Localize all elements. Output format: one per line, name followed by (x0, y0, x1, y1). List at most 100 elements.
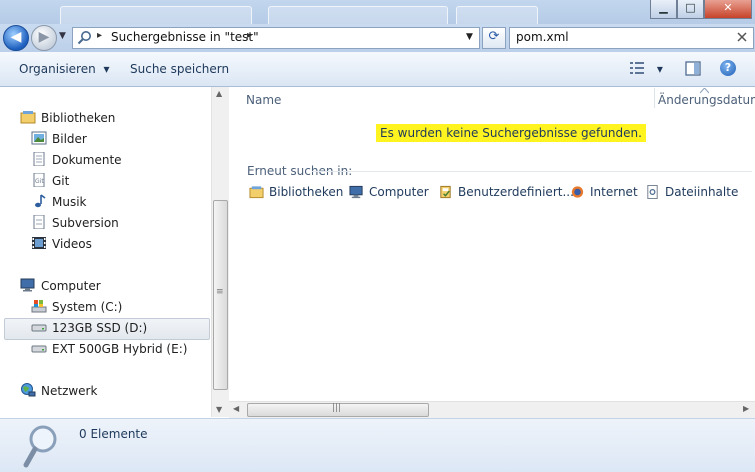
search-again-custom[interactable]: Benutzerdefiniert... (438, 185, 574, 199)
nav-item-dokumente[interactable]: Dokumente (31, 150, 122, 170)
item-count: 0 Elemente (79, 427, 148, 441)
background-window-tab (60, 6, 252, 25)
close-button[interactable]: ✕ (704, 0, 752, 19)
minimize-button[interactable]: ▁ (650, 0, 677, 19)
scroll-grip-icon: ||| (332, 403, 342, 413)
no-results-message: Es wurden keine Suchergebnisse gefunden. (376, 124, 646, 142)
nav-item-drive-e[interactable]: EXT 500GB Hybrid (E:) (31, 339, 187, 359)
search-again-internet[interactable]: Internet (570, 185, 638, 199)
scroll-up-arrow-icon[interactable]: ▲ (216, 89, 222, 98)
nav-label: Bilder (52, 132, 87, 146)
maximize-button[interactable]: □ (677, 0, 704, 19)
nav-label: 123GB SSD (D:) (52, 321, 148, 335)
refresh-button[interactable]: ⟳ (482, 27, 506, 49)
chip-label: Computer (369, 185, 429, 199)
breadcrumb-separator[interactable]: ▸ (97, 30, 102, 41)
chevron-down-icon: ▾ (656, 62, 663, 76)
search-again-computer[interactable]: Computer (349, 185, 429, 199)
documents-icon (33, 152, 45, 166)
save-search-label: Suche speichern (130, 62, 230, 76)
libraries-icon (20, 111, 36, 124)
preview-pane-icon (685, 61, 701, 76)
forward-button[interactable]: ▶ (31, 25, 57, 51)
nav-item-drive-c[interactable]: System (C:) (31, 297, 122, 317)
nav-item-network[interactable]: Netzwerk (20, 381, 97, 401)
git-library-icon: Git (33, 173, 45, 187)
drive-icon (31, 345, 47, 353)
column-header-name[interactable]: Name (246, 93, 281, 107)
nav-label: Musik (52, 195, 87, 209)
chip-label: Internet (590, 185, 638, 199)
svg-text:Git: Git (35, 178, 44, 185)
nav-label: Subversion (52, 216, 119, 230)
nav-scrollbar-thumb[interactable]: ≡ (213, 200, 228, 390)
search-input[interactable]: pom.xml (509, 27, 754, 49)
scroll-grip-icon: ≡ (216, 287, 224, 297)
search-again-file-contents[interactable]: Dateiinhalte (645, 185, 738, 199)
search-again-libraries[interactable]: Bibliotheken (249, 185, 343, 199)
music-icon (35, 194, 46, 208)
back-button[interactable]: ◀ (3, 25, 29, 51)
nav-label: System (C:) (52, 300, 123, 314)
drive-icon (31, 324, 47, 332)
nav-item-computer[interactable]: Computer (20, 276, 101, 296)
nav-label: Computer (41, 279, 101, 293)
nav-item-git[interactable]: Git Git (31, 171, 69, 191)
nav-label: EXT 500GB Hybrid (E:) (52, 342, 188, 356)
breadcrumb-path[interactable]: Suchergebnisse in "test" (111, 30, 259, 44)
address-bar-row: ◀ ▶ ▼ ▸ Suchergebnisse in "test" ▸ ▼ ⟳ p… (0, 24, 755, 52)
computer-icon (349, 185, 363, 199)
file-contents-icon (647, 185, 658, 199)
nav-label: Videos (52, 237, 92, 251)
custom-folder-icon (440, 185, 451, 199)
search-magnifier-icon (23, 425, 57, 468)
nav-item-videos[interactable]: Videos (31, 234, 92, 254)
help-button[interactable]: ? (720, 60, 736, 76)
nav-item-musik[interactable]: Musik (31, 192, 87, 212)
breadcrumb-separator[interactable]: ▸ (247, 30, 252, 41)
details-pane: 0 Elemente (0, 418, 755, 472)
search-query-text[interactable]: pom.xml (516, 30, 569, 44)
title-bar: ▁ □ ✕ (0, 0, 755, 25)
sort-indicator-icon (700, 88, 709, 94)
scroll-right-arrow-icon[interactable]: ▶ (743, 404, 749, 413)
libraries-icon (249, 186, 264, 199)
nav-item-drive-d[interactable]: 123GB SSD (D:) (31, 318, 147, 338)
preview-pane-button[interactable] (685, 61, 701, 80)
pictures-icon (31, 131, 47, 145)
organize-button[interactable]: Organisieren ▾ (19, 62, 110, 76)
address-box[interactable]: ▸ Suchergebnisse in "test" ▸ ▼ (72, 27, 480, 49)
address-dropdown-button[interactable]: ▼ (466, 32, 473, 42)
column-header-date-modified[interactable]: Änderungsdatum (658, 93, 755, 107)
nav-item-subversion[interactable]: Subversion (31, 213, 119, 233)
clear-search-icon[interactable] (736, 31, 748, 43)
scroll-down-arrow-icon[interactable]: ▼ (216, 405, 222, 414)
command-bar: Organisieren ▾ Suche speichern ▾ ? (0, 52, 755, 87)
nav-label: Dokumente (52, 153, 122, 167)
nav-label: Git (52, 174, 70, 188)
chip-label: Bibliotheken (269, 185, 344, 199)
chip-label: Benutzerdefiniert... (458, 185, 574, 199)
save-search-button[interactable]: Suche speichern (130, 62, 229, 76)
background-window-tab (268, 6, 448, 25)
system-drive-icon (31, 300, 47, 313)
chevron-down-icon: ▾ (103, 62, 110, 76)
computer-icon (20, 278, 35, 292)
subversion-library-icon (33, 215, 45, 229)
search-folder-icon (77, 31, 91, 45)
network-icon (21, 383, 36, 397)
nav-item-bilder[interactable]: Bilder (31, 129, 87, 149)
scroll-left-arrow-icon[interactable]: ◀ (233, 404, 239, 413)
recent-pages-dropdown[interactable]: ▼ (59, 31, 66, 41)
column-divider[interactable] (654, 88, 655, 108)
videos-icon (32, 237, 46, 249)
nav-item-libraries[interactable]: Bibliotheken (20, 108, 115, 128)
change-view-button[interactable]: ▾ (629, 61, 663, 76)
help-icon: ? (724, 61, 732, 74)
organize-label: Organisieren (19, 62, 96, 76)
back-arrow-icon: ◀ (10, 29, 22, 45)
divider (312, 171, 752, 172)
refresh-icon: ⟳ (488, 29, 500, 44)
firefox-icon (571, 186, 584, 198)
horizontal-scrollbar-thumb[interactable]: ||| (247, 403, 429, 417)
